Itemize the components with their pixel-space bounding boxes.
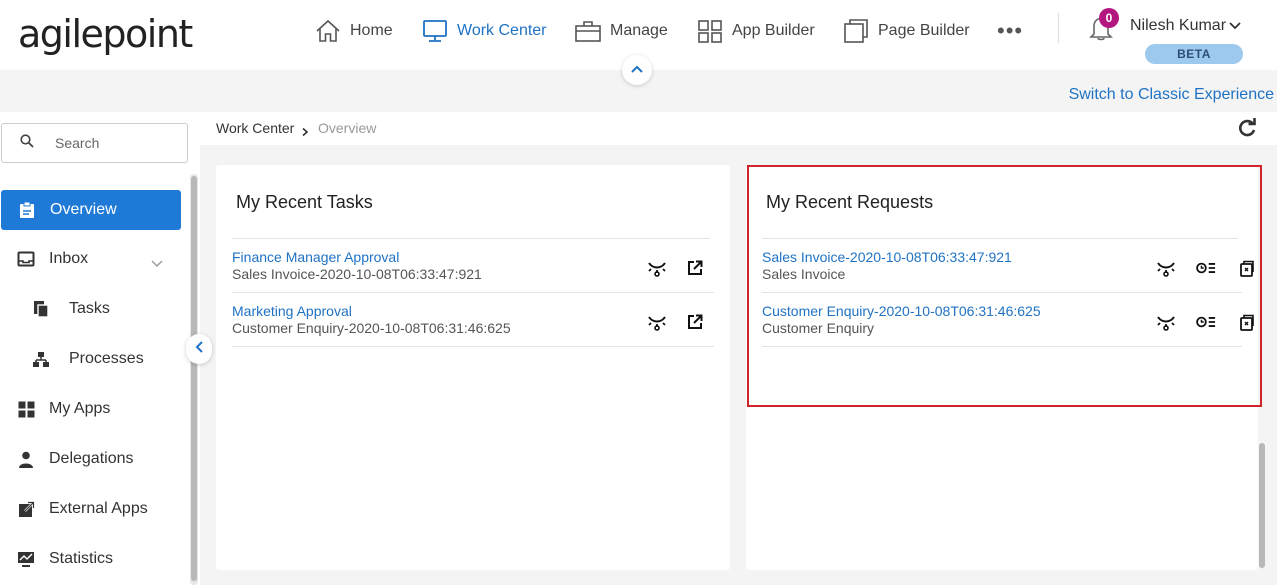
sidebar-item-label: Delegations xyxy=(49,450,134,467)
collapse-header-button[interactable] xyxy=(622,55,652,85)
sidebar-item-label: Processes xyxy=(69,350,144,367)
chevron-down-icon[interactable] xyxy=(150,255,164,273)
chevron-right-icon xyxy=(301,124,309,142)
notification-badge: 0 xyxy=(1099,8,1119,28)
nav-work-center-label: Work Center xyxy=(457,22,547,39)
pages-icon xyxy=(843,18,869,44)
sidebar-item-my-apps[interactable]: My Apps xyxy=(0,389,182,429)
process-tree-icon xyxy=(31,351,51,368)
nav-app-builder[interactable]: App Builder xyxy=(697,0,815,62)
chevron-left-icon xyxy=(194,340,204,359)
nav-manage[interactable]: Manage xyxy=(575,0,668,62)
nav-work-center[interactable]: Work Center xyxy=(422,0,547,62)
breadcrumb: Work Center Overview xyxy=(200,112,1277,145)
sidebar: Overview Inbox Tasks Processes My Apps D… xyxy=(0,112,200,585)
sidebar-item-processes[interactable]: Processes xyxy=(0,339,182,379)
chevron-down-icon[interactable] xyxy=(1228,19,1242,37)
sidebar-collapse-button[interactable] xyxy=(186,334,212,364)
task-subtitle: Sales Invoice-2020-10-08T06:33:47:921 xyxy=(232,266,482,282)
table-row: Finance Manager Approval Sales Invoice-2… xyxy=(232,239,714,293)
table-row: Marketing Approval Customer Enquiry-2020… xyxy=(232,293,714,347)
task-subtitle: Customer Enquiry-2020-10-08T06:31:46:625 xyxy=(232,320,511,336)
search-icon xyxy=(2,133,34,153)
apps-grid-icon xyxy=(16,401,36,418)
sidebar-item-overview[interactable]: Overview xyxy=(1,190,181,230)
task-link[interactable]: Marketing Approval xyxy=(232,303,352,319)
tasks-icon xyxy=(31,300,51,318)
sidebar-item-label: My Apps xyxy=(49,400,111,417)
search-input[interactable] xyxy=(55,135,175,151)
clipboard-icon xyxy=(17,201,37,219)
header-divider xyxy=(1058,13,1059,43)
breadcrumb-current: Overview xyxy=(318,120,377,136)
sidebar-item-statistics[interactable]: Statistics xyxy=(0,539,182,579)
nav-home-label: Home xyxy=(350,22,393,39)
main-scrollbar-thumb[interactable] xyxy=(1259,443,1265,568)
sidebar-scrollbar[interactable] xyxy=(190,174,198,585)
refresh-icon[interactable] xyxy=(1236,117,1258,144)
sidebar-item-label: Overview xyxy=(50,201,117,218)
view-process-icon[interactable] xyxy=(647,258,667,278)
task-link[interactable]: Finance Manager Approval xyxy=(232,249,399,265)
nav-manage-label: Manage xyxy=(610,22,668,39)
grid-icon xyxy=(697,19,723,43)
agilepoint-logo[interactable]: agilepoint xyxy=(18,12,193,56)
highlight-box xyxy=(747,165,1262,407)
inbox-icon xyxy=(16,251,36,267)
chevron-up-icon xyxy=(630,61,644,79)
beta-badge: BETA xyxy=(1145,44,1243,64)
nav-home[interactable]: Home xyxy=(315,0,393,62)
sidebar-search[interactable] xyxy=(1,123,188,163)
sidebar-item-external-apps[interactable]: External Apps xyxy=(0,489,182,529)
recent-tasks-card: My Recent Tasks Finance Manager Approval… xyxy=(216,165,730,570)
sidebar-scrollbar-thumb[interactable] xyxy=(191,176,197,581)
nav-page-builder-label: Page Builder xyxy=(878,22,970,39)
user-name[interactable]: Nilesh Kumar xyxy=(1130,17,1226,35)
view-process-icon[interactable] xyxy=(647,312,667,332)
nav-page-builder[interactable]: Page Builder xyxy=(843,0,970,62)
main-scrollbar[interactable] xyxy=(1258,145,1266,570)
sidebar-item-label: Tasks xyxy=(69,300,110,317)
sidebar-item-delegations[interactable]: Delegations xyxy=(0,439,182,479)
sidebar-item-tasks[interactable]: Tasks xyxy=(0,289,182,329)
monitor-icon xyxy=(422,19,448,43)
sidebar-item-label: Statistics xyxy=(49,550,114,567)
nav-app-builder-label: App Builder xyxy=(732,22,815,39)
external-link-icon xyxy=(16,500,36,518)
open-external-icon[interactable] xyxy=(685,258,705,278)
breadcrumb-parent[interactable]: Work Center xyxy=(216,120,294,136)
sidebar-item-label: External Apps xyxy=(49,500,148,517)
statistics-icon xyxy=(16,551,36,568)
open-external-icon[interactable] xyxy=(685,312,705,332)
home-icon xyxy=(315,19,341,43)
sidebar-item-inbox[interactable]: Inbox xyxy=(0,239,182,279)
more-menu-button[interactable]: ••• xyxy=(997,18,1023,44)
briefcase-icon xyxy=(575,19,601,43)
switch-classic-link[interactable]: Switch to Classic Experience xyxy=(1069,86,1274,104)
sidebar-item-label: Inbox xyxy=(49,250,89,267)
person-icon xyxy=(16,451,36,468)
card-title: My Recent Tasks xyxy=(236,192,373,212)
